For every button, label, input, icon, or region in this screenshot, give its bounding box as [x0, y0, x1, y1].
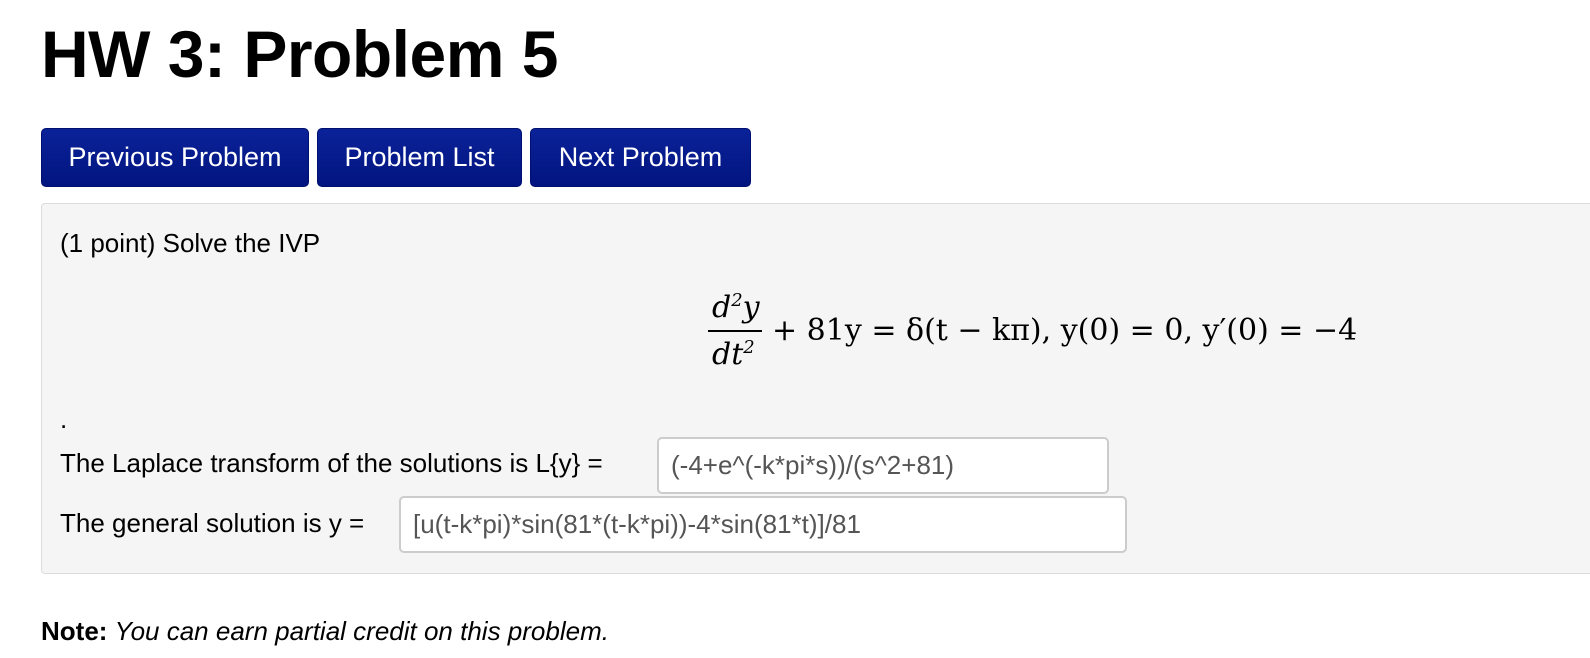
- problem-intro: (1 point) Solve the IVP: [60, 228, 321, 258]
- problem-list-button[interactable]: Problem List: [317, 128, 522, 187]
- fraction-bar: [708, 330, 762, 332]
- numerator-var: y: [742, 290, 760, 325]
- laplace-answer-input[interactable]: (-4+e^(-k*pi*s))/(s^2+81): [657, 437, 1109, 494]
- page-title: HW 3: Problem 5: [41, 17, 558, 91]
- partial-credit-note: Note: You can earn partial credit on thi…: [41, 616, 609, 647]
- laplace-label: The Laplace transform of the solutions i…: [60, 448, 603, 478]
- fraction-denominator: dt2: [712, 337, 755, 372]
- numerator-exponent: 2: [731, 290, 743, 311]
- fraction-numerator: d2y: [712, 290, 760, 325]
- equation-rest: + 81y = δ(t − kπ), y(0) = 0, y′(0) = −4: [772, 313, 1358, 348]
- numerator-d: d: [712, 290, 732, 325]
- next-problem-button[interactable]: Next Problem: [530, 128, 751, 187]
- note-label: Note:: [41, 616, 108, 646]
- period: .: [60, 404, 68, 434]
- denominator-exponent: 2: [743, 337, 755, 358]
- denominator-dt: dt: [712, 337, 744, 372]
- previous-problem-button[interactable]: Previous Problem: [41, 128, 309, 187]
- note-message: You can earn partial credit on this prob…: [114, 616, 609, 646]
- general-solution-input[interactable]: [u(t-k*pi)*sin(81*(t-k*pi))-4*sin(81*t)]…: [399, 496, 1127, 553]
- general-solution-label: The general solution is y =: [60, 508, 365, 538]
